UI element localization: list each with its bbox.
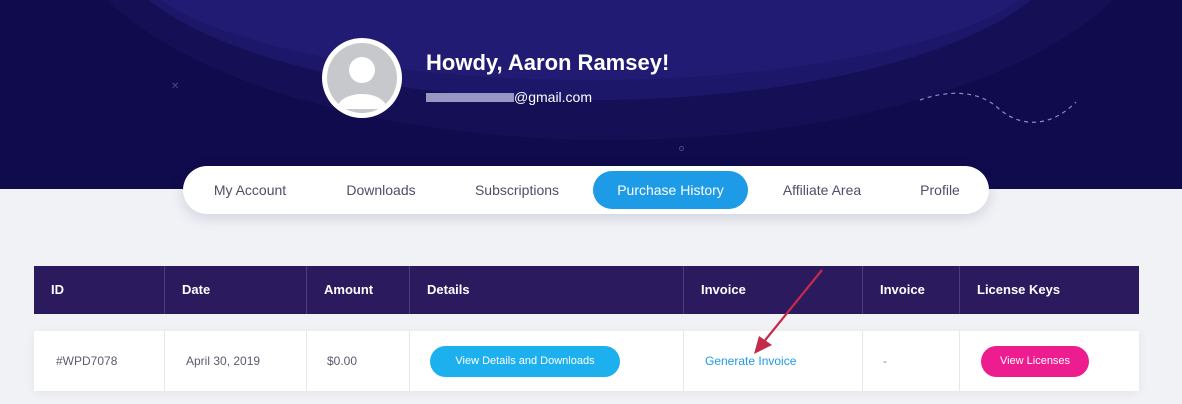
avatar-placeholder-icon	[327, 43, 397, 113]
column-header-id: ID	[34, 266, 165, 314]
table-header: ID Date Amount Details Invoice Invoice L…	[34, 266, 1139, 314]
tab-downloads[interactable]: Downloads	[329, 171, 433, 209]
order-date: April 30, 2019	[165, 331, 307, 391]
account-tabs: My Account Downloads Subscriptions Purch…	[183, 166, 989, 214]
user-email: @gmail.com	[426, 89, 592, 105]
profile-hero: ✕ Howdy, Aaron Ramsey! @gmail.com	[0, 0, 1182, 189]
tab-affiliate-area[interactable]: Affiliate Area	[767, 171, 877, 209]
column-header-amount: Amount	[307, 266, 410, 314]
avatar	[322, 38, 402, 118]
column-header-details: Details	[410, 266, 684, 314]
tab-my-account[interactable]: My Account	[197, 171, 303, 209]
invoice-2-cell: -	[863, 331, 960, 391]
view-licenses-button[interactable]: View Licenses	[981, 346, 1089, 377]
tab-purchase-history[interactable]: Purchase History	[593, 171, 748, 209]
column-header-license-keys: License Keys	[977, 282, 1061, 297]
decor-cross-icon: ✕	[171, 81, 180, 92]
purchase-history-table: ID Date Amount Details Invoice Invoice L…	[34, 266, 1139, 391]
order-id: #WPD7078	[34, 331, 165, 391]
view-details-downloads-button[interactable]: View Details and Downloads	[430, 346, 620, 377]
greeting-title: Howdy, Aaron Ramsey!	[426, 50, 670, 75]
email-domain: @gmail.com	[514, 89, 593, 105]
order-amount: $0.00	[307, 331, 410, 391]
tab-profile[interactable]: Profile	[903, 171, 977, 209]
column-header-invoice-2: Invoice	[863, 266, 960, 314]
tab-subscriptions[interactable]: Subscriptions	[459, 171, 575, 209]
email-redacted-mask	[426, 92, 514, 102]
decor-wave-icon	[919, 92, 1077, 123]
details-cell: View Details and Downloads	[410, 331, 684, 391]
decor-dot-icon	[679, 146, 684, 151]
annotation-arrow	[754, 269, 823, 354]
license-cell: View Licenses	[960, 331, 1139, 391]
column-header-date: Date	[165, 266, 307, 314]
table-row: #WPD7078 April 30, 2019 $0.00 View Detai…	[34, 331, 1139, 391]
